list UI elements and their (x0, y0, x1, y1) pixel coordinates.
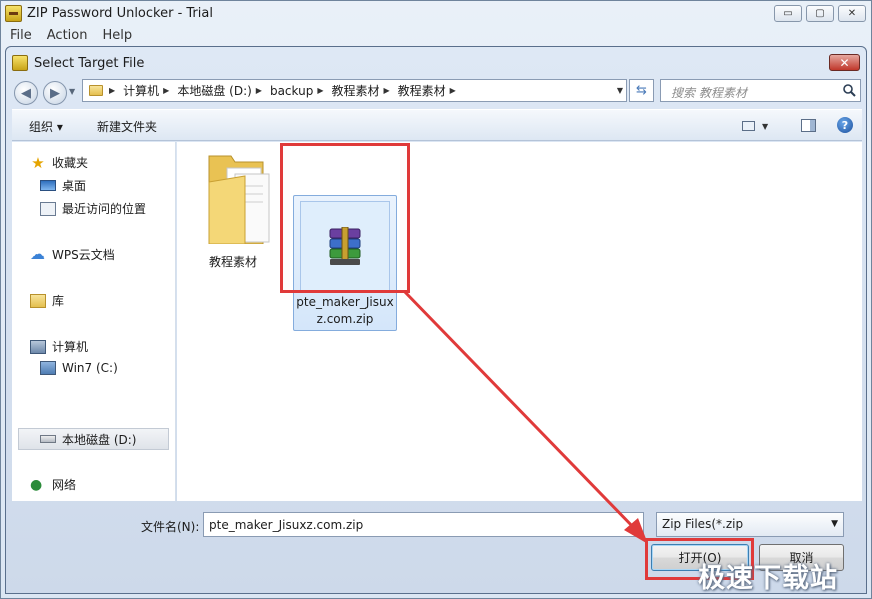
nav-favorites-label: 收藏夹 (52, 156, 89, 170)
nav-computer-label: 计算机 (52, 340, 89, 354)
highlight-box-file (280, 143, 410, 293)
nav-drive-d-label: 本地磁盘 (D:) (62, 432, 137, 447)
arrow-right-icon: ▶ (50, 85, 60, 101)
window-controls: ▭ ▢ ✕ (774, 5, 866, 22)
minimize-button[interactable]: ▭ (774, 5, 802, 22)
app-icon (5, 5, 22, 22)
breadcrumb-computer[interactable]: 计算机 (123, 82, 161, 99)
filename-label: 文件名(N): (141, 520, 200, 534)
nav-favorites[interactable]: ★ 收藏夹 (30, 154, 88, 171)
star-icon: ★ (31, 153, 45, 172)
nav-libraries-label: 库 (52, 294, 65, 308)
search-placeholder: 搜索 教程素材 (671, 86, 747, 100)
chevron-right-icon[interactable]: ▶ (448, 86, 464, 95)
system-drive-icon (40, 361, 56, 375)
nav-desktop[interactable]: 桌面 (40, 177, 86, 194)
chevron-right-icon[interactable]: ▶ (315, 86, 331, 95)
toolbar: 组织 ▾ 新建文件夹 ▼ ? (12, 109, 862, 141)
library-icon (30, 293, 46, 308)
computer-icon (30, 339, 46, 354)
back-button[interactable]: ◀ (14, 81, 38, 105)
address-dropdown-icon[interactable]: ▼ (617, 86, 623, 95)
select-file-dialog: Select Target File ✕ ◀ ▶ ▼ ▶ 计算机 ▶ 本地磁盘 … (5, 46, 867, 594)
nav-libraries[interactable]: 库 (30, 292, 64, 309)
maximize-button[interactable]: ▢ (806, 5, 834, 22)
chevron-right-icon[interactable]: ▶ (382, 86, 398, 95)
title-bar: ZIP Password Unlocker - Trial ▭ ▢ ✕ (1, 1, 871, 27)
search-icon (843, 84, 856, 97)
desktop-icon (40, 180, 56, 191)
breadcrumb-drive-d[interactable]: 本地磁盘 (D:) (177, 82, 253, 99)
menu-bar: File Action Help (1, 27, 871, 45)
hard-drive-icon (40, 435, 56, 443)
dialog-app-icon (12, 55, 28, 71)
search-input[interactable]: 搜索 教程素材 (660, 79, 861, 102)
chevron-right-icon[interactable]: ▶ (161, 86, 177, 95)
refresh-icon: ⇆ (636, 83, 647, 98)
filename-field[interactable] (203, 512, 644, 537)
nav-desktop-label: 桌面 (62, 179, 87, 193)
close-window-button[interactable]: ✕ (838, 5, 866, 22)
nav-recent-label: 最近访问的位置 (62, 202, 147, 216)
file-type-value: Zip Files(*.zip (662, 517, 744, 531)
view-icon (742, 121, 755, 131)
organize-button[interactable]: 组织 ▾ (29, 118, 63, 135)
forward-button[interactable]: ▶ (43, 81, 67, 105)
cloud-icon (30, 247, 46, 262)
dialog-close-button[interactable]: ✕ (829, 54, 860, 71)
nav-drive-d[interactable]: 本地磁盘 (D:) (18, 428, 169, 450)
menu-action[interactable]: Action (38, 27, 94, 45)
chevron-down-icon: ▼ (762, 121, 769, 131)
nav-drive-c-label: Win7 (C:) (62, 361, 118, 375)
folder-icon (208, 155, 270, 244)
help-button[interactable]: ? (837, 117, 853, 133)
breadcrumb-tutorial-1[interactable]: 教程素材 (331, 82, 381, 99)
nav-drive-c[interactable]: Win7 (C:) (40, 361, 118, 375)
folder-icon (89, 85, 103, 96)
refresh-button[interactable]: ⇆ (629, 79, 654, 102)
watermark-text: 极速下载站 (698, 563, 838, 594)
menu-file[interactable]: File (1, 27, 38, 45)
nav-network[interactable]: 网络 (30, 476, 76, 493)
file-type-select[interactable]: Zip Files(*.zip ▼ (656, 512, 844, 537)
chevron-down-icon: ▼ (831, 519, 838, 529)
recent-locations-dropdown[interactable]: ▼ (69, 87, 75, 96)
nav-recent[interactable]: 最近访问的位置 (40, 200, 146, 217)
arrow-left-icon: ◀ (21, 85, 31, 101)
zip-file-name: pte_maker_Jisuxz.com.zip (296, 295, 394, 326)
preview-pane-button[interactable] (801, 119, 816, 132)
breadcrumb-tutorial-2[interactable]: 教程素材 (398, 82, 448, 99)
network-icon (30, 478, 46, 492)
change-view-button[interactable]: ▼ (742, 118, 774, 134)
new-folder-button[interactable]: 新建文件夹 (97, 118, 157, 135)
address-bar[interactable]: ▶ 计算机 ▶ 本地磁盘 (D:) ▶ backup ▶ 教程素材 ▶ 教程素材… (82, 79, 627, 102)
folder-item[interactable]: 教程素材 (183, 147, 283, 269)
breadcrumb-backup[interactable]: backup (270, 84, 315, 98)
recent-places-icon (40, 201, 56, 216)
dialog-title: Select Target File (34, 56, 145, 71)
nav-computer[interactable]: 计算机 (30, 338, 88, 355)
nav-wps-cloud[interactable]: WPS云文档 (30, 246, 115, 263)
menu-help[interactable]: Help (93, 27, 138, 45)
chevron-right-icon[interactable]: ▶ (107, 86, 123, 95)
nav-wps-label: WPS云文档 (52, 248, 115, 262)
chevron-right-icon[interactable]: ▶ (254, 86, 270, 95)
nav-network-label: 网络 (52, 478, 77, 492)
window-title: ZIP Password Unlocker - Trial (27, 6, 213, 21)
navigation-pane: ★ 收藏夹 桌面 最近访问的位置 WPS云文档 库 计算机 Win7 (C:) (12, 142, 176, 501)
folder-name: 教程素材 (208, 255, 257, 269)
